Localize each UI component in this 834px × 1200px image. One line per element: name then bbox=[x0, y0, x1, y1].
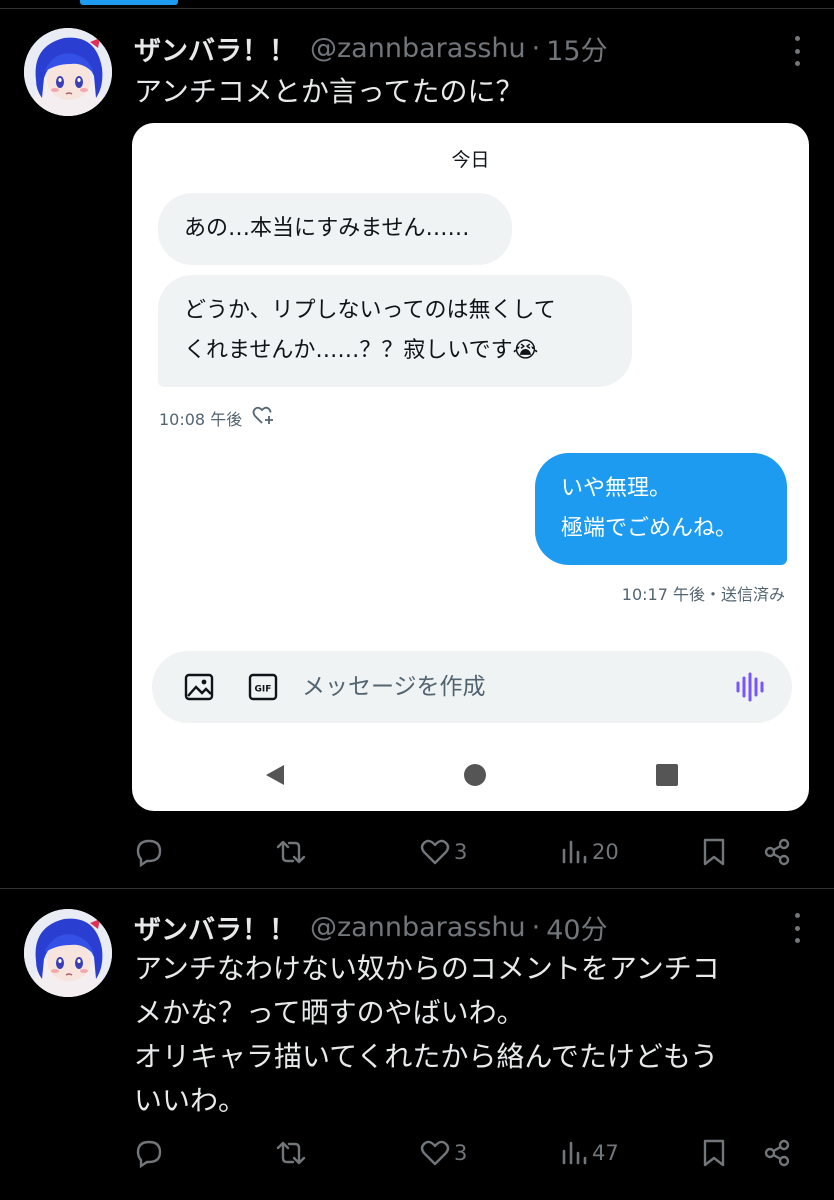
share-icon bbox=[762, 837, 792, 867]
display-name[interactable]: ザンバラ！！ bbox=[134, 29, 296, 68]
tweet-header: ザンバラ！！ @zannbarasshu · 40分 bbox=[134, 907, 608, 947]
views-button[interactable]: 47 bbox=[560, 1133, 619, 1173]
android-navbar bbox=[132, 748, 809, 798]
reply-icon bbox=[134, 1138, 164, 1168]
dm-bubble-text: あの…本当にすみません…… bbox=[184, 216, 470, 241]
dm-composer[interactable]: GIF メッセージを作成 bbox=[152, 651, 792, 723]
like-button[interactable]: 3 bbox=[420, 1133, 467, 1173]
tweet-text: アンチコメとか言ってたのに？ bbox=[134, 70, 814, 114]
top-divider bbox=[0, 8, 834, 9]
tweet-actions: 3 20 bbox=[0, 832, 834, 872]
dm-timestamp: 10:08 午後 bbox=[159, 410, 243, 429]
share-icon bbox=[762, 1138, 792, 1168]
tweet[interactable]: ザンバラ！！ @zannbarasshu · 15分 アンチコメとか言ってたのに… bbox=[0, 10, 834, 888]
user-handle[interactable]: @zannbarasshu bbox=[310, 912, 526, 943]
bookmark-button[interactable] bbox=[700, 832, 728, 872]
bookmark-button[interactable] bbox=[700, 1133, 728, 1173]
reply-icon bbox=[134, 837, 164, 867]
tweet[interactable]: ザンバラ！！ @zannbarasshu · 40分 アンチなわけない奴からのコ… bbox=[0, 889, 834, 1200]
like-count: 3 bbox=[454, 1141, 468, 1165]
retweet-button[interactable] bbox=[274, 832, 308, 872]
dm-bubble-text: どうか、リプしないってのは無くして bbox=[184, 298, 556, 323]
embedded-dm-screenshot[interactable]: 今日 あの…本当にすみません…… どうか、リプしないってのは無くして くれません… bbox=[132, 123, 809, 811]
dm-outgoing-meta: 10:17 午後・送信済み bbox=[621, 585, 785, 604]
tweet-text-line: アンチコメとか言ってたのに？ bbox=[134, 75, 524, 108]
tweet-text-line: いいわ。 bbox=[134, 1084, 247, 1117]
reply-button[interactable] bbox=[134, 1133, 164, 1173]
retweet-icon bbox=[274, 1138, 308, 1168]
like-icon bbox=[420, 1139, 450, 1167]
retweet-icon bbox=[274, 837, 308, 867]
display-name[interactable]: ザンバラ！！ bbox=[134, 908, 296, 947]
views-icon bbox=[560, 838, 588, 866]
share-button[interactable] bbox=[762, 832, 792, 872]
react-icon bbox=[252, 406, 276, 430]
more-icon[interactable] bbox=[792, 913, 802, 943]
bookmark-icon bbox=[700, 1138, 728, 1168]
views-button[interactable]: 20 bbox=[560, 832, 619, 872]
header-separator: · bbox=[531, 911, 541, 943]
tweet-text-line: アンチなわけない奴からのコメントをアンチコ bbox=[134, 952, 720, 985]
tweet-timestamp[interactable]: 40分 bbox=[546, 908, 607, 947]
nav-back-icon[interactable] bbox=[262, 762, 288, 792]
like-icon bbox=[420, 838, 450, 866]
voice-icon[interactable] bbox=[734, 671, 766, 707]
dm-bubble-text: くれませんか……？？寂しいです😭 bbox=[184, 338, 539, 363]
composer-placeholder[interactable]: メッセージを作成 bbox=[302, 651, 486, 723]
user-handle[interactable]: @zannbarasshu bbox=[310, 33, 526, 64]
dm-day-label: 今日 bbox=[451, 149, 490, 171]
retweet-button[interactable] bbox=[274, 1133, 308, 1173]
reply-button[interactable] bbox=[134, 832, 164, 872]
dm-bubble-text: いや無理。 bbox=[561, 476, 672, 501]
bookmark-icon bbox=[700, 837, 728, 867]
like-count: 3 bbox=[454, 840, 468, 864]
dm-incoming-bubble: どうか、リプしないってのは無くして くれませんか……？？寂しいです😭 bbox=[158, 275, 632, 387]
active-tab-indicator bbox=[80, 0, 178, 5]
dm-bubble-text: 極端でごめんね。 bbox=[561, 516, 738, 541]
avatar[interactable] bbox=[24, 909, 112, 997]
views-count: 47 bbox=[592, 1141, 619, 1165]
views-count: 20 bbox=[592, 840, 619, 864]
svg-text:GIF: GIF bbox=[255, 685, 272, 695]
like-button[interactable]: 3 bbox=[420, 832, 467, 872]
nav-home-icon[interactable] bbox=[461, 761, 489, 793]
avatar[interactable] bbox=[24, 28, 112, 116]
share-button[interactable] bbox=[762, 1133, 792, 1173]
tweet-actions: 3 47 bbox=[0, 1133, 834, 1173]
dm-outgoing-bubble: いや無理。 極端でごめんね。 bbox=[535, 453, 787, 565]
views-icon bbox=[560, 1139, 588, 1167]
image-icon[interactable] bbox=[184, 673, 214, 705]
tweet-text: アンチなわけない奴からのコメントをアンチコ メかな？って晒すのやばいわ。 オリキ… bbox=[134, 947, 814, 1123]
nav-recent-icon[interactable] bbox=[654, 762, 680, 792]
tweet-timestamp[interactable]: 15分 bbox=[546, 29, 607, 68]
dm-incoming-bubble: あの…本当にすみません…… bbox=[158, 193, 512, 265]
tweet-text-line: メかな？って晒すのやばいわ。 bbox=[134, 996, 525, 1029]
tweet-header: ザンバラ！！ @zannbarasshu · 15分 bbox=[134, 28, 608, 68]
header-separator: · bbox=[531, 32, 541, 64]
more-icon[interactable] bbox=[792, 36, 802, 66]
gif-icon[interactable]: GIF bbox=[248, 673, 278, 705]
tweet-text-line: オリキャラ描いてくれたから絡んでたけどもう bbox=[134, 1040, 719, 1073]
dm-incoming-meta: 10:08 午後 bbox=[159, 406, 276, 430]
